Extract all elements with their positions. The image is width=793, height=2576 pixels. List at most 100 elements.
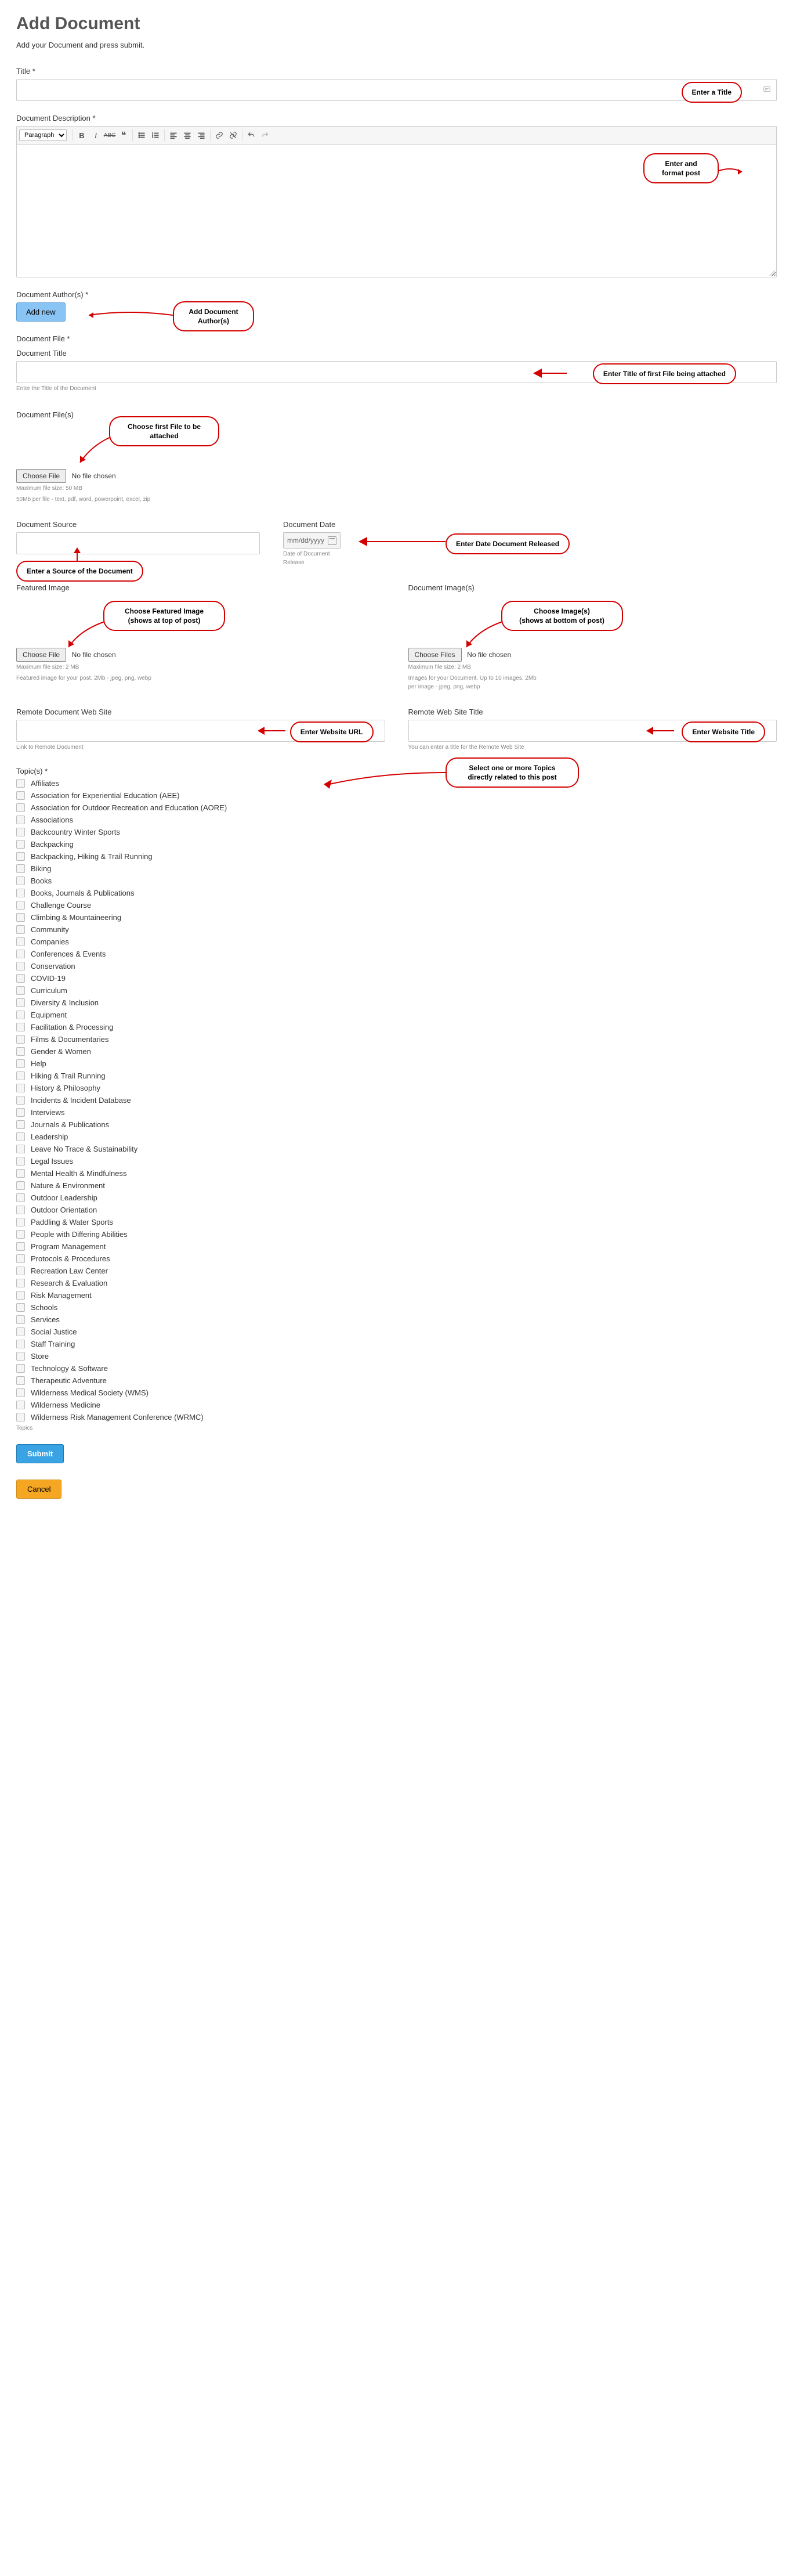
cancel-button[interactable]: Cancel (16, 1480, 61, 1499)
page-title: Add Document (16, 14, 777, 34)
topic-checkbox[interactable] (16, 1315, 25, 1324)
title-input[interactable] (16, 79, 777, 101)
topic-checkbox[interactable] (16, 1413, 25, 1422)
topic-row: Interviews (16, 1108, 777, 1117)
topic-row: Backpacking (16, 840, 777, 849)
topic-checkbox[interactable] (16, 803, 25, 812)
topic-checkbox[interactable] (16, 1084, 25, 1092)
topic-checkbox[interactable] (16, 925, 25, 934)
align-center-icon[interactable] (181, 129, 194, 142)
bold-icon[interactable]: B (75, 129, 88, 142)
topic-label: Schools (31, 1303, 57, 1312)
topic-checkbox[interactable] (16, 1267, 25, 1275)
topic-checkbox[interactable] (16, 840, 25, 849)
topic-checkbox[interactable] (16, 816, 25, 824)
topic-checkbox[interactable] (16, 1011, 25, 1019)
topic-checkbox[interactable] (16, 1193, 25, 1202)
add-new-button[interactable]: Add new (16, 302, 66, 322)
topic-row: Incidents & Incident Database (16, 1096, 777, 1105)
topic-row: Staff Training (16, 1340, 777, 1348)
number-list-icon[interactable]: 123 (149, 129, 162, 142)
topic-checkbox[interactable] (16, 852, 25, 861)
topic-checkbox[interactable] (16, 791, 25, 800)
topic-checkbox[interactable] (16, 998, 25, 1007)
topic-checkbox[interactable] (16, 1169, 25, 1178)
topic-row: Wilderness Medical Society (WMS) (16, 1388, 777, 1397)
topic-checkbox[interactable] (16, 1047, 25, 1056)
topic-checkbox[interactable] (16, 1242, 25, 1251)
doc-source-input[interactable] (16, 532, 260, 554)
topic-row: Wilderness Risk Management Conference (W… (16, 1413, 777, 1422)
topic-checkbox[interactable] (16, 876, 25, 885)
undo-icon[interactable] (245, 129, 258, 142)
topic-label: Biking (31, 864, 51, 873)
topic-label: Conferences & Events (31, 950, 106, 958)
link-icon[interactable] (213, 129, 226, 142)
topic-checkbox[interactable] (16, 974, 25, 983)
topic-checkbox[interactable] (16, 1132, 25, 1141)
topic-checkbox[interactable] (16, 1181, 25, 1190)
topic-checkbox[interactable] (16, 1059, 25, 1068)
topic-checkbox[interactable] (16, 1254, 25, 1263)
topic-checkbox[interactable] (16, 1096, 25, 1105)
topic-checkbox[interactable] (16, 1401, 25, 1409)
topic-checkbox[interactable] (16, 1376, 25, 1385)
topic-checkbox[interactable] (16, 901, 25, 910)
topic-label: Hiking & Trail Running (31, 1071, 106, 1080)
topic-checkbox[interactable] (16, 1364, 25, 1373)
align-left-icon[interactable] (167, 129, 180, 142)
topic-row: Technology & Software (16, 1364, 777, 1373)
submit-button[interactable]: Submit (16, 1444, 64, 1463)
date-input[interactable]: mm/dd/yyyy (283, 532, 341, 549)
choose-featured-button[interactable]: Choose File (16, 648, 66, 662)
topic-label: Challenge Course (31, 901, 91, 910)
topic-checkbox[interactable] (16, 962, 25, 970)
topic-checkbox[interactable] (16, 913, 25, 922)
topic-row: Association for Outdoor Recreation and E… (16, 803, 777, 812)
topic-checkbox[interactable] (16, 1218, 25, 1226)
topic-label: Backcountry Winter Sports (31, 828, 120, 836)
topic-checkbox[interactable] (16, 1071, 25, 1080)
topic-checkbox[interactable] (16, 1120, 25, 1129)
topic-checkbox[interactable] (16, 1145, 25, 1153)
quote-icon[interactable]: ❝ (117, 129, 130, 142)
topic-row: People with Differing Abilities (16, 1230, 777, 1239)
topic-checkbox[interactable] (16, 1340, 25, 1348)
topic-label: Wilderness Risk Management Conference (W… (31, 1413, 204, 1422)
doc-title-helper: Enter the Title of the Document (16, 385, 777, 392)
bullet-list-icon[interactable] (135, 129, 148, 142)
topic-checkbox[interactable] (16, 1023, 25, 1031)
topic-checkbox[interactable] (16, 1206, 25, 1214)
topic-checkbox[interactable] (16, 864, 25, 873)
topic-checkbox[interactable] (16, 1157, 25, 1166)
choose-images-button[interactable]: Choose Files (408, 648, 462, 662)
align-right-icon[interactable] (195, 129, 208, 142)
topic-label: Paddling & Water Sports (31, 1218, 113, 1226)
doc-source-label: Document Source (16, 520, 260, 529)
topic-row: Associations (16, 816, 777, 824)
topic-checkbox[interactable] (16, 1303, 25, 1312)
topic-checkbox[interactable] (16, 950, 25, 958)
unlink-icon[interactable] (227, 129, 240, 142)
topic-checkbox[interactable] (16, 1388, 25, 1397)
topic-checkbox[interactable] (16, 1279, 25, 1287)
topic-row: Paddling & Water Sports (16, 1218, 777, 1226)
topic-checkbox[interactable] (16, 937, 25, 946)
topic-label: Social Justice (31, 1327, 77, 1336)
topic-checkbox[interactable] (16, 1035, 25, 1044)
paragraph-select[interactable]: Paragraph (19, 129, 67, 141)
topic-checkbox[interactable] (16, 1291, 25, 1300)
topic-checkbox[interactable] (16, 889, 25, 897)
topic-checkbox[interactable] (16, 1108, 25, 1117)
italic-icon[interactable]: I (89, 129, 102, 142)
redo-icon[interactable] (259, 129, 271, 142)
topic-checkbox[interactable] (16, 1327, 25, 1336)
strikethrough-icon[interactable]: ABC (103, 129, 116, 142)
topic-checkbox[interactable] (16, 1352, 25, 1361)
topic-checkbox[interactable] (16, 1230, 25, 1239)
topic-checkbox[interactable] (16, 986, 25, 995)
choose-file-button[interactable]: Choose File (16, 469, 66, 483)
topic-checkbox[interactable] (16, 779, 25, 788)
topic-row: History & Philosophy (16, 1084, 777, 1092)
topic-checkbox[interactable] (16, 828, 25, 836)
